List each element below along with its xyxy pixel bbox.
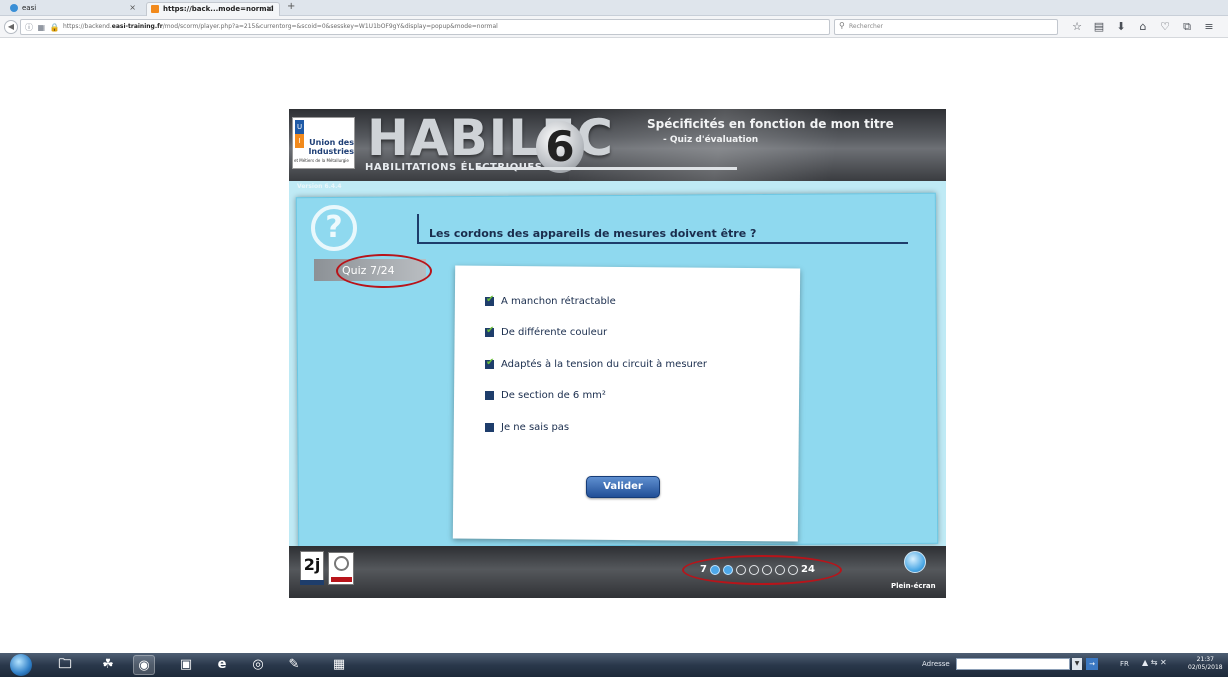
firefox-taskbar-icon[interactable]: ◉: [133, 655, 155, 675]
screen: easi × https://back...mode=normal × + ◀ …: [0, 0, 1228, 677]
tab-player[interactable]: https://back...mode=normal ×: [146, 2, 280, 16]
scorm-player: U I Union des Industries et Métiers de l…: [289, 109, 946, 598]
firefox-icon: [10, 4, 18, 12]
url-text: https://backend.easi-training.fr/mod/sco…: [63, 23, 498, 30]
menu-icon[interactable]: ≡: [1202, 19, 1216, 35]
module-subtitle: - Quiz d'évaluation: [663, 135, 759, 145]
file-explorer-icon[interactable]: 🗀: [54, 655, 76, 675]
checkbox[interactable]: [485, 391, 494, 400]
fullscreen-icon[interactable]: [904, 551, 926, 573]
tab-label: easi: [22, 4, 37, 12]
media-icon[interactable]: ▣: [175, 655, 197, 675]
new-tab-button[interactable]: +: [287, 1, 295, 12]
browser-tab-bar: easi × https://back...mode=normal × +: [0, 0, 1228, 16]
pocket-icon[interactable]: ♡: [1158, 19, 1172, 35]
submit-button[interactable]: Valider: [586, 476, 660, 498]
home-icon[interactable]: ⌂: [1136, 19, 1150, 35]
brand-number-badge: 6: [536, 121, 584, 173]
annotation-circle: [682, 555, 842, 585]
checkbox[interactable]: ✔: [485, 325, 495, 337]
checkbox[interactable]: ✔: [485, 294, 495, 306]
fullscreen-label[interactable]: Plein-écran: [891, 582, 936, 590]
checkbox[interactable]: ✔: [485, 357, 495, 369]
tab-label: https://back...mode=normal: [163, 5, 274, 13]
search-placeholder: Rechercher: [849, 23, 883, 30]
uimm-logo: U I Union des Industries et Métiers de l…: [292, 117, 355, 169]
search-input[interactable]: ⚲ Rechercher: [834, 19, 1058, 35]
start-button[interactable]: [10, 654, 32, 676]
version-label: Version 6.4.4: [297, 183, 342, 190]
address-toolbar-label: Adresse: [922, 660, 950, 668]
paint-icon[interactable]: ✎: [283, 655, 305, 675]
header-banner: U I Union des Industries et Métiers de l…: [289, 109, 946, 181]
close-tab-icon[interactable]: ×: [266, 3, 273, 15]
go-icon[interactable]: →: [1086, 658, 1098, 670]
checkbox[interactable]: [485, 423, 494, 432]
checkmark-icon: ✔: [486, 294, 495, 305]
system-tray-icons[interactable]: ▲ ⇆ ✕: [1142, 658, 1167, 667]
chevron-down-icon[interactable]: ▼: [1072, 658, 1082, 670]
chrome-icon[interactable]: ◎: [247, 655, 269, 675]
bookmark-star-icon[interactable]: ☆: [1070, 19, 1084, 35]
site-favicon-icon: [151, 5, 159, 13]
internet-explorer-icon[interactable]: e: [211, 655, 233, 675]
close-tab-icon[interactable]: ×: [129, 2, 136, 14]
address-input[interactable]: [956, 658, 1070, 670]
browser-nav-bar: ◀ ⓘ ▦ 🔒 https://backend.easi-training.fr…: [0, 16, 1228, 38]
tab-easi[interactable]: easi ×: [6, 2, 142, 16]
taskbar: 🗀 ☘ ◉ ▣ e ◎ ✎ ▦ Adresse ▼ → FR ▲ ⇆ ✕ 21:…: [0, 653, 1228, 677]
calculator-icon[interactable]: ▦: [328, 655, 350, 675]
search-icon: ⚲: [839, 21, 845, 30]
site-info-icon[interactable]: ⓘ ▦ 🔒: [25, 22, 61, 33]
2j-logo: 2j: [300, 551, 324, 581]
language-indicator[interactable]: FR: [1120, 660, 1129, 668]
module-title: Spécificités en fonction de mon titre: [647, 117, 894, 131]
annotation-circle: [336, 254, 432, 288]
people-icon[interactable]: ☘: [97, 655, 119, 675]
question-text: Les cordons des appareils de mesures doi…: [429, 227, 757, 240]
question-mark-icon: ?: [311, 205, 357, 251]
player-footer: 2j 7 24 Plein-écran: [289, 546, 946, 598]
checkmark-icon: ✔: [486, 325, 495, 336]
download-icon[interactable]: ⬇: [1114, 19, 1128, 35]
extension-icon[interactable]: ⧉: [1180, 19, 1194, 35]
clock[interactable]: 21:37 02/05/2018: [1188, 656, 1223, 672]
reading-list-icon[interactable]: ▤: [1092, 19, 1106, 35]
back-button[interactable]: ◀: [4, 20, 18, 34]
checkmark-icon: ✔: [486, 357, 495, 368]
certification-logo: [328, 552, 354, 585]
url-bar[interactable]: ⓘ ▦ 🔒 https://backend.easi-training.fr/m…: [20, 19, 843, 35]
